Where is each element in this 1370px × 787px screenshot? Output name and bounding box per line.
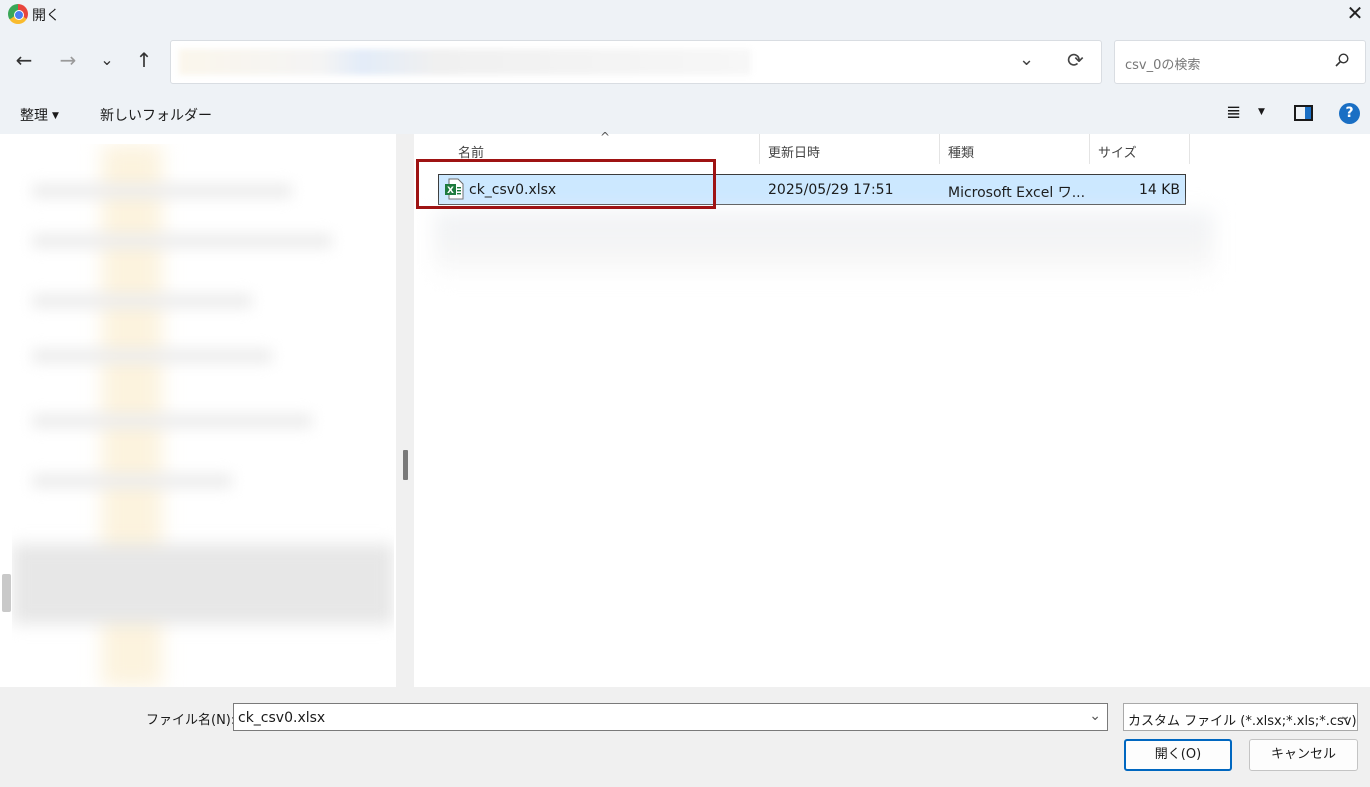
- up-button[interactable]: ↑: [130, 46, 158, 74]
- splitter-grip[interactable]: [403, 450, 408, 480]
- file-type-filter-select[interactable]: カスタム ファイル (*.xlsx;*.xls;*.csv) ⌄: [1123, 703, 1358, 731]
- column-header-type[interactable]: 種類: [940, 134, 1090, 164]
- file-rows-redacted: [434, 212, 1214, 282]
- column-header-size[interactable]: サイズ: [1090, 134, 1190, 164]
- filter-dropdown-icon[interactable]: ⌄: [1339, 708, 1351, 724]
- address-bar[interactable]: ⌄ ⟳: [170, 40, 1102, 84]
- address-dropdown-icon[interactable]: ⌄: [1019, 49, 1034, 70]
- chrome-app-icon: [8, 4, 28, 24]
- view-options-icon[interactable]: ≣: [1226, 102, 1241, 123]
- organize-button[interactable]: 整理 ▼: [20, 105, 59, 125]
- recent-locations-button[interactable]: ⌄: [93, 46, 121, 74]
- command-toolbar: 整理 ▼ 新しいフォルダー ≣ ▼ ?: [0, 94, 1370, 134]
- column-type-label: 種類: [948, 146, 975, 161]
- back-button[interactable]: ←: [10, 46, 38, 74]
- column-size-label: サイズ: [1098, 146, 1137, 161]
- sort-ascending-icon: ^: [600, 130, 611, 144]
- annotation-highlight-box: [416, 159, 716, 209]
- file-type-filter-value: カスタム ファイル (*.xlsx;*.xls;*.csv): [1128, 714, 1357, 729]
- file-modified: 2025/05/29 17:51: [768, 182, 894, 198]
- filename-dropdown-icon[interactable]: ⌄: [1089, 708, 1101, 724]
- navigation-bar: ← → ⌄ ↑ ⌄ ⟳ csv_0の検索: [0, 30, 1370, 94]
- title-bar: 開く ✕: [0, 0, 1370, 30]
- column-header-modified[interactable]: 更新日時: [760, 134, 940, 164]
- view-caret-icon[interactable]: ▼: [1258, 107, 1265, 117]
- search-placeholder: csv_0の検索: [1125, 58, 1201, 73]
- search-icon[interactable]: [1335, 53, 1349, 67]
- file-list-pane[interactable]: 名前 ^ 更新日時 種類 サイズ X ck_csv0.xlsx 2025/05/…: [414, 130, 1370, 687]
- pane-splitter[interactable]: [396, 134, 414, 687]
- filename-label: ファイル名(N):: [146, 713, 236, 728]
- column-modified-label: 更新日時: [768, 146, 821, 161]
- window-title: 開く: [32, 8, 60, 24]
- navigation-scrollbar[interactable]: [2, 574, 11, 612]
- help-icon[interactable]: ?: [1339, 103, 1360, 124]
- close-button[interactable]: ✕: [1340, 0, 1370, 28]
- refresh-icon[interactable]: ⟳: [1067, 48, 1084, 72]
- file-type: Microsoft Excel ワ...: [948, 185, 1086, 201]
- forward-button[interactable]: →: [54, 46, 82, 74]
- file-dialog-footer: ファイル名(N): ck_csv0.xlsx ⌄ カスタム ファイル (*.xl…: [0, 687, 1370, 787]
- navigation-pane[interactable]: [0, 134, 414, 687]
- address-path-redacted: [179, 49, 751, 75]
- filename-input[interactable]: ck_csv0.xlsx ⌄: [233, 703, 1108, 731]
- filename-value: ck_csv0.xlsx: [238, 710, 326, 726]
- new-folder-button[interactable]: 新しいフォルダー: [100, 105, 212, 125]
- organize-label: 整理: [20, 108, 48, 124]
- organize-caret-icon: ▼: [52, 111, 59, 121]
- cancel-button[interactable]: キャンセル: [1249, 739, 1358, 771]
- navigation-tree-redacted: [12, 144, 394, 687]
- preview-pane-icon[interactable]: [1294, 105, 1313, 121]
- file-size: 14 KB: [1138, 182, 1180, 198]
- open-button[interactable]: 開く(O): [1124, 739, 1232, 771]
- search-input[interactable]: csv_0の検索: [1114, 40, 1366, 84]
